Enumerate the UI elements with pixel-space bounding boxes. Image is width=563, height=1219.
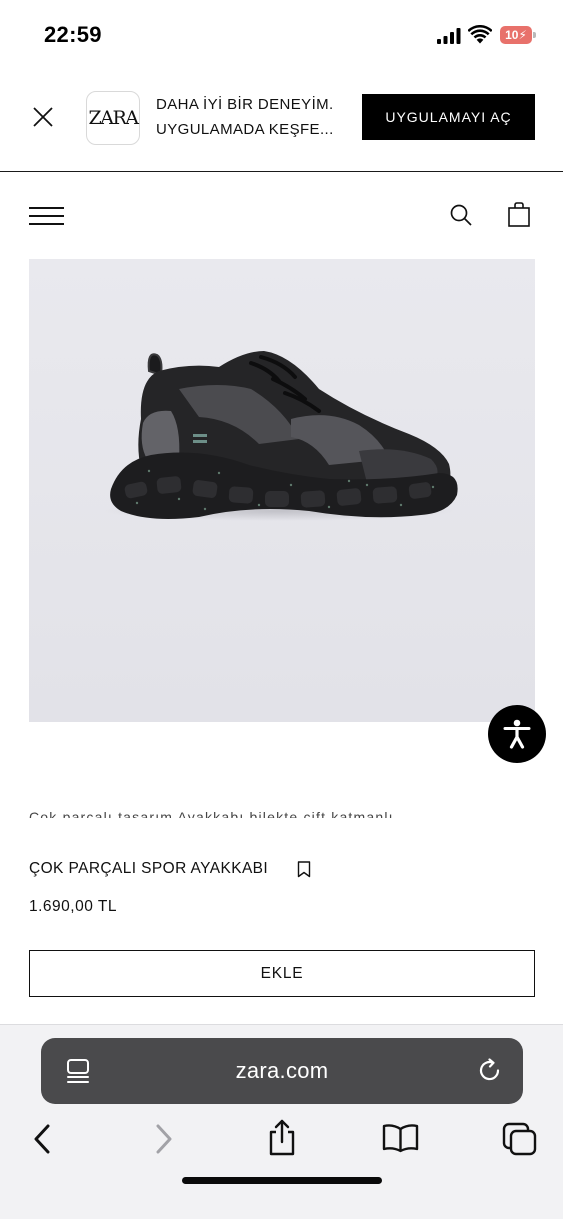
shopping-bag-icon[interactable] [508, 202, 530, 227]
cellular-signal-icon [437, 28, 461, 44]
bookmarks-book-icon[interactable] [382, 1124, 419, 1153]
forward-icon[interactable] [154, 1123, 174, 1155]
tabs-icon[interactable] [502, 1122, 537, 1156]
address-bar[interactable]: zara.com [41, 1038, 523, 1104]
product-image[interactable] [29, 259, 535, 722]
page-menu-icon[interactable] [65, 1058, 91, 1085]
status-time: 22:59 [44, 22, 102, 47]
app-install-banner: ZARA DAHA İYİ BİR DENEYİM. UYGULAMADA KE… [0, 72, 563, 172]
site-header [0, 173, 563, 259]
share-icon[interactable] [267, 1119, 297, 1157]
sneaker-illustration [104, 351, 458, 521]
search-icon[interactable] [449, 203, 473, 227]
add-to-cart-button[interactable]: EKLE [29, 950, 535, 997]
product-description: Çok parçalı tasarım Ayakkabı bilekte çif… [29, 809, 394, 818]
battery-level: 10⚡ [500, 26, 532, 44]
hamburger-menu-icon[interactable] [29, 207, 64, 225]
browser-toolbar: zara.com [0, 1024, 563, 1219]
reload-icon[interactable] [477, 1058, 503, 1084]
banner-line-2: UYGULAMADA KEŞFE... [156, 121, 334, 138]
open-app-button[interactable]: UYGULAMAYI AÇ [362, 94, 535, 140]
address-url[interactable]: zara.com [41, 1038, 523, 1104]
banner-message: DAHA İYİ BİR DENEYİM. UYGULAMADA KEŞFE..… [156, 92, 352, 142]
accessibility-icon [503, 719, 531, 749]
back-icon[interactable] [32, 1123, 52, 1155]
home-indicator [182, 1177, 382, 1184]
close-icon[interactable] [30, 104, 56, 130]
wifi-icon [468, 25, 492, 44]
bookmark-icon[interactable] [297, 861, 311, 878]
zara-app-logo: ZARA [86, 91, 140, 145]
product-price: 1.690,00 TL [29, 898, 117, 915]
accessibility-button[interactable] [488, 705, 546, 763]
battery-icon: 10⚡ [500, 26, 536, 44]
banner-line-1: DAHA İYİ BİR DENEYİM. [156, 96, 334, 113]
product-name: ÇOK PARÇALI SPOR AYAKKABI [29, 860, 269, 877]
status-bar: 22:59 10⚡ [0, 0, 563, 72]
